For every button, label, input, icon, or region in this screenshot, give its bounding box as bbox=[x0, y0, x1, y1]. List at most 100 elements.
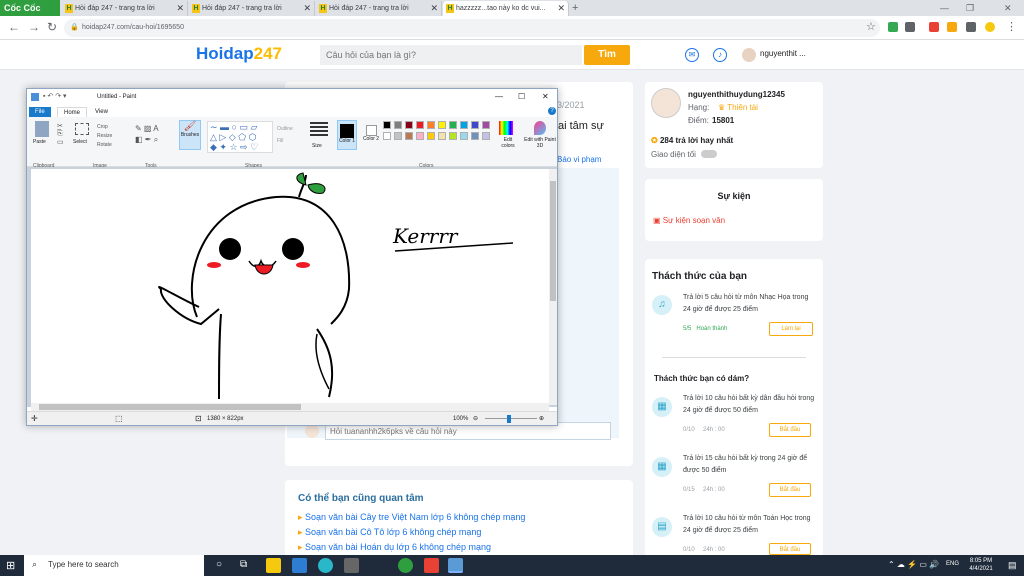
restore-icon[interactable]: ❐ bbox=[966, 0, 974, 16]
color-swatch[interactable] bbox=[460, 121, 468, 129]
color-swatch[interactable] bbox=[427, 121, 435, 129]
zoom-out-icon[interactable]: ⊖ bbox=[473, 412, 478, 426]
extension-icon[interactable] bbox=[929, 22, 939, 32]
related-link[interactable]: ▸ Soạn văn bài Cô Tô lớp 6 không chép mạ… bbox=[298, 527, 481, 538]
close-tab-icon[interactable]: ✕ bbox=[176, 1, 184, 16]
tab-file[interactable]: File bbox=[29, 107, 51, 117]
coccoc-icon[interactable] bbox=[398, 558, 413, 573]
help-icon[interactable]: ? bbox=[548, 107, 556, 115]
close-tab-icon[interactable]: ✕ bbox=[557, 1, 565, 16]
outline-fill[interactable]: Outline Fill bbox=[277, 123, 293, 147]
site-logo[interactable]: Hoidap247 bbox=[196, 44, 282, 64]
bookmark-star-icon[interactable]: ☆ bbox=[866, 20, 876, 33]
color-swatch[interactable] bbox=[405, 121, 413, 129]
color-swatch[interactable] bbox=[471, 121, 479, 129]
paste-button[interactable]: Paste bbox=[33, 139, 46, 145]
search-input[interactable] bbox=[320, 45, 582, 65]
color-swatch[interactable] bbox=[482, 121, 490, 129]
select-button[interactable]: Select bbox=[73, 139, 87, 145]
color-swatch[interactable] bbox=[427, 132, 435, 140]
color-swatch[interactable] bbox=[482, 132, 490, 140]
vertical-scrollbar[interactable] bbox=[549, 169, 557, 405]
notifications-icon[interactable]: ▤ bbox=[1008, 560, 1017, 571]
extension-icon[interactable] bbox=[947, 22, 957, 32]
store-icon[interactable] bbox=[344, 558, 359, 573]
cut-copy-icons[interactable]: ✂ ⎘ ▭ bbox=[57, 122, 64, 146]
color-swatch[interactable] bbox=[449, 132, 457, 140]
browser-tab-active[interactable]: Hhazzzzz...tao này ko dc vui... ✕ bbox=[443, 1, 569, 16]
edge-icon[interactable] bbox=[318, 558, 333, 573]
mail-icon[interactable] bbox=[292, 558, 307, 573]
zoom-slider-thumb[interactable] bbox=[507, 415, 511, 423]
color-swatch[interactable] bbox=[471, 132, 479, 140]
close-tab-icon[interactable]: ✕ bbox=[430, 1, 438, 16]
file-explorer-icon[interactable] bbox=[266, 558, 281, 573]
color-swatch[interactable] bbox=[383, 121, 391, 129]
taskbar-search[interactable]: ⌕ Type here to search bbox=[24, 555, 204, 576]
edit-paint3d-button[interactable]: Edit with Paint 3D bbox=[524, 137, 556, 149]
shapes-gallery[interactable]: ∼ ▬ ○ ▭ ▱ △ ▷ ◇ ⬠ ⬡ ◆ ✦ ☆ ⇨ ♡ bbox=[207, 121, 273, 153]
start-challenge-button[interactable]: Bắt đầu bbox=[769, 483, 811, 497]
start-challenge-button[interactable]: Bắt đầu bbox=[769, 423, 811, 437]
profile-icon[interactable] bbox=[985, 22, 995, 32]
select-icon[interactable] bbox=[75, 123, 89, 135]
brushes-button[interactable]: 🖌 Brushes bbox=[179, 120, 201, 150]
edit-colors-button[interactable]: Edit colors bbox=[497, 137, 519, 149]
bell-icon[interactable]: ♪ bbox=[713, 48, 727, 62]
edit-colors-icon[interactable] bbox=[499, 121, 513, 135]
avatar[interactable] bbox=[742, 48, 756, 62]
task-view-icon[interactable]: ⧉ bbox=[240, 559, 247, 570]
color-swatch[interactable] bbox=[438, 121, 446, 129]
clipboard-icon[interactable] bbox=[35, 121, 49, 137]
paint3d-icon[interactable] bbox=[534, 121, 546, 135]
url-bar[interactable]: 🔒 hoidap247.com/cau-hoi/1695650 bbox=[64, 19, 880, 37]
report-link[interactable]: Báo vi phạm bbox=[557, 155, 601, 164]
color-swatch[interactable] bbox=[394, 132, 402, 140]
chat-icon[interactable]: ✉ bbox=[685, 48, 699, 62]
reload-icon[interactable]: ↻ bbox=[47, 20, 57, 34]
size-icon[interactable] bbox=[310, 122, 328, 138]
related-link[interactable]: ▸ Soạn văn bài Hoán dụ lớp 6 không chép … bbox=[298, 542, 491, 553]
app-icon[interactable] bbox=[424, 558, 439, 573]
minimize-icon[interactable]: — bbox=[940, 0, 949, 16]
color-swatch[interactable] bbox=[449, 121, 457, 129]
puzzle-icon[interactable] bbox=[966, 22, 976, 32]
dark-mode-toggle[interactable] bbox=[701, 150, 717, 158]
new-tab-icon[interactable]: + bbox=[572, 0, 578, 16]
image-tools[interactable]: Crop Resize Rotate bbox=[97, 123, 112, 150]
download-icon[interactable] bbox=[905, 22, 915, 32]
clock[interactable]: 8:05 PM 4/4/2021 bbox=[962, 557, 1000, 573]
color-swatch[interactable] bbox=[416, 132, 424, 140]
search-button[interactable]: Tìm bbox=[584, 45, 630, 65]
horizontal-scrollbar[interactable] bbox=[31, 403, 549, 411]
tray-icons[interactable]: ⌃ ☁ ⚡ ▭ 🔊 bbox=[888, 560, 939, 569]
start-challenge-button[interactable]: Bắt đầu bbox=[769, 543, 811, 555]
color-swatch[interactable] bbox=[405, 132, 413, 140]
color-swatch[interactable] bbox=[460, 132, 468, 140]
profile-name[interactable]: nguyenthithuydung12345 bbox=[688, 90, 785, 99]
color-swatch[interactable] bbox=[394, 121, 402, 129]
retry-button[interactable]: Làm lại bbox=[769, 322, 813, 336]
zoom-slider[interactable] bbox=[485, 418, 537, 419]
size-button[interactable]: Size bbox=[312, 143, 322, 149]
browser-tab[interactable]: H Hỏi đáp 247 - trang tra lời ✕ bbox=[316, 1, 442, 16]
browser-tab[interactable]: H Hỏi đáp 247 - trang tra lời ✕ bbox=[189, 1, 315, 16]
username-label[interactable]: nguyenthit ... bbox=[760, 49, 806, 58]
zoom-in-icon[interactable]: ⊕ bbox=[539, 412, 544, 426]
minimize-icon[interactable]: — bbox=[495, 89, 503, 105]
extension-icon[interactable] bbox=[888, 22, 898, 32]
back-icon[interactable]: ← bbox=[8, 20, 20, 34]
tab-home[interactable]: Home bbox=[57, 107, 88, 117]
maximize-icon[interactable]: ☐ bbox=[518, 89, 525, 105]
language-indicator[interactable]: ENG bbox=[946, 561, 959, 567]
color-swatch[interactable] bbox=[438, 132, 446, 140]
browser-brand[interactable]: Cốc Cốc bbox=[0, 0, 60, 16]
color1-button[interactable]: Color 1 bbox=[337, 120, 357, 150]
color2-button[interactable]: Color 2 bbox=[361, 120, 381, 150]
cortana-icon[interactable]: ○ bbox=[216, 559, 222, 570]
close-icon[interactable]: ✕ bbox=[542, 89, 549, 105]
drawing-tools[interactable]: ✎ ▨ A ◧ ✒ ⌕ bbox=[135, 123, 159, 145]
related-link[interactable]: ▸ Soạn văn bài Cây tre Việt Nam lớp 6 kh… bbox=[298, 512, 525, 523]
color-swatch[interactable] bbox=[416, 121, 424, 129]
quick-access-icons[interactable]: ▪ ↶ ↷ ▾ bbox=[43, 89, 67, 105]
